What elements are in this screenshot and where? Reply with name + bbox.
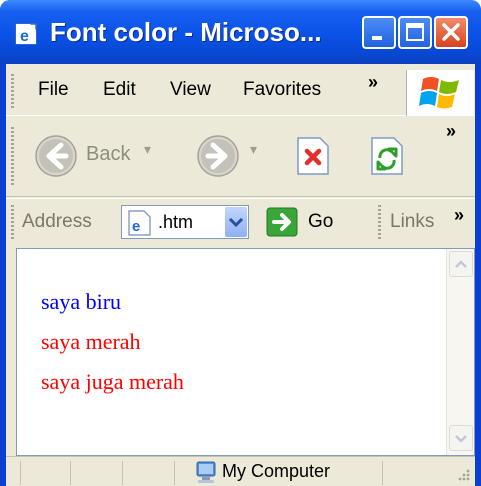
maximize-icon	[406, 23, 424, 41]
windows-logo-icon	[419, 77, 459, 109]
scroll-up-icon	[455, 260, 467, 268]
resize-grip-icon[interactable]	[454, 465, 472, 483]
scroll-up-button[interactable]	[449, 251, 473, 277]
back-dropdown-arrow[interactable]: ▾	[144, 141, 151, 158]
address-value: .htm	[158, 212, 194, 232]
address-dropdown-button[interactable]	[225, 207, 247, 237]
windows-logo-box	[406, 70, 474, 116]
forward-arrow-icon[interactable]	[196, 134, 240, 178]
status-divider	[70, 461, 71, 485]
address-grip[interactable]	[11, 205, 14, 239]
links-button[interactable]: Links	[390, 211, 434, 233]
menu-favorites[interactable]: Favorites	[243, 78, 321, 102]
scroll-down-icon	[455, 435, 467, 443]
status-divider	[174, 461, 175, 485]
toolbar-grip[interactable]	[11, 127, 14, 187]
go-arrow-icon[interactable]	[266, 207, 298, 237]
vertical-scrollbar[interactable]	[446, 249, 474, 455]
stop-icon[interactable]	[294, 136, 332, 176]
forward-dropdown-arrow[interactable]: ▾	[250, 141, 257, 158]
status-divider	[382, 461, 383, 485]
ie-page-icon: e	[15, 23, 37, 45]
menu-file[interactable]: File	[38, 78, 69, 102]
address-input[interactable]: e .htm	[121, 205, 249, 239]
go-button[interactable]: Go	[308, 211, 333, 233]
navigation-toolbar: Back ▾ ▾ »	[6, 117, 475, 197]
status-bar: My Computer	[6, 456, 475, 486]
svg-text:e: e	[20, 28, 29, 45]
page-content: saya biru saya merah saya juga merah	[16, 248, 475, 456]
title-bar[interactable]: e Font color - Microso...	[0, 0, 481, 64]
links-overflow-chevron[interactable]: »	[454, 205, 464, 226]
browser-window: e Font color - Microso... File Edit View…	[0, 0, 481, 486]
status-divider	[122, 461, 123, 485]
menu-edit[interactable]: Edit	[103, 78, 136, 102]
menu-view[interactable]: View	[170, 78, 211, 102]
toolbar-overflow-chevron[interactable]: »	[446, 121, 456, 142]
maximize-button[interactable]	[398, 16, 432, 49]
status-divider	[20, 461, 21, 485]
scroll-down-button[interactable]	[449, 425, 473, 451]
window-frame: File Edit View Favorites » Back ▾ ▾ » Ad…	[6, 64, 475, 486]
refresh-icon[interactable]	[368, 136, 406, 176]
menu-grip[interactable]	[11, 74, 14, 108]
close-icon	[442, 23, 460, 41]
content-line-biru: saya biru	[41, 289, 122, 314]
window-title: Font color - Microso...	[50, 17, 322, 47]
address-label: Address	[22, 211, 92, 232]
close-button[interactable]	[434, 16, 468, 49]
svg-text:e: e	[132, 218, 140, 235]
links-grip[interactable]	[378, 205, 381, 239]
minimize-button[interactable]	[362, 16, 396, 49]
minimize-icon	[372, 36, 382, 40]
content-line-merah: saya merah	[41, 329, 141, 354]
chevron-down-icon	[228, 217, 244, 228]
address-bar: Address e .htm Go Links »	[6, 198, 475, 246]
status-zone: My Computer	[222, 461, 331, 481]
menu-bar: File Edit View Favorites »	[6, 64, 475, 116]
back-arrow-icon[interactable]	[34, 134, 78, 178]
content-line-juga-merah: saya juga merah	[41, 369, 184, 394]
page-icon: e	[128, 210, 151, 236]
computer-icon	[196, 461, 216, 483]
back-button-label[interactable]: Back	[86, 143, 130, 166]
menu-overflow-chevron[interactable]: »	[368, 72, 378, 93]
